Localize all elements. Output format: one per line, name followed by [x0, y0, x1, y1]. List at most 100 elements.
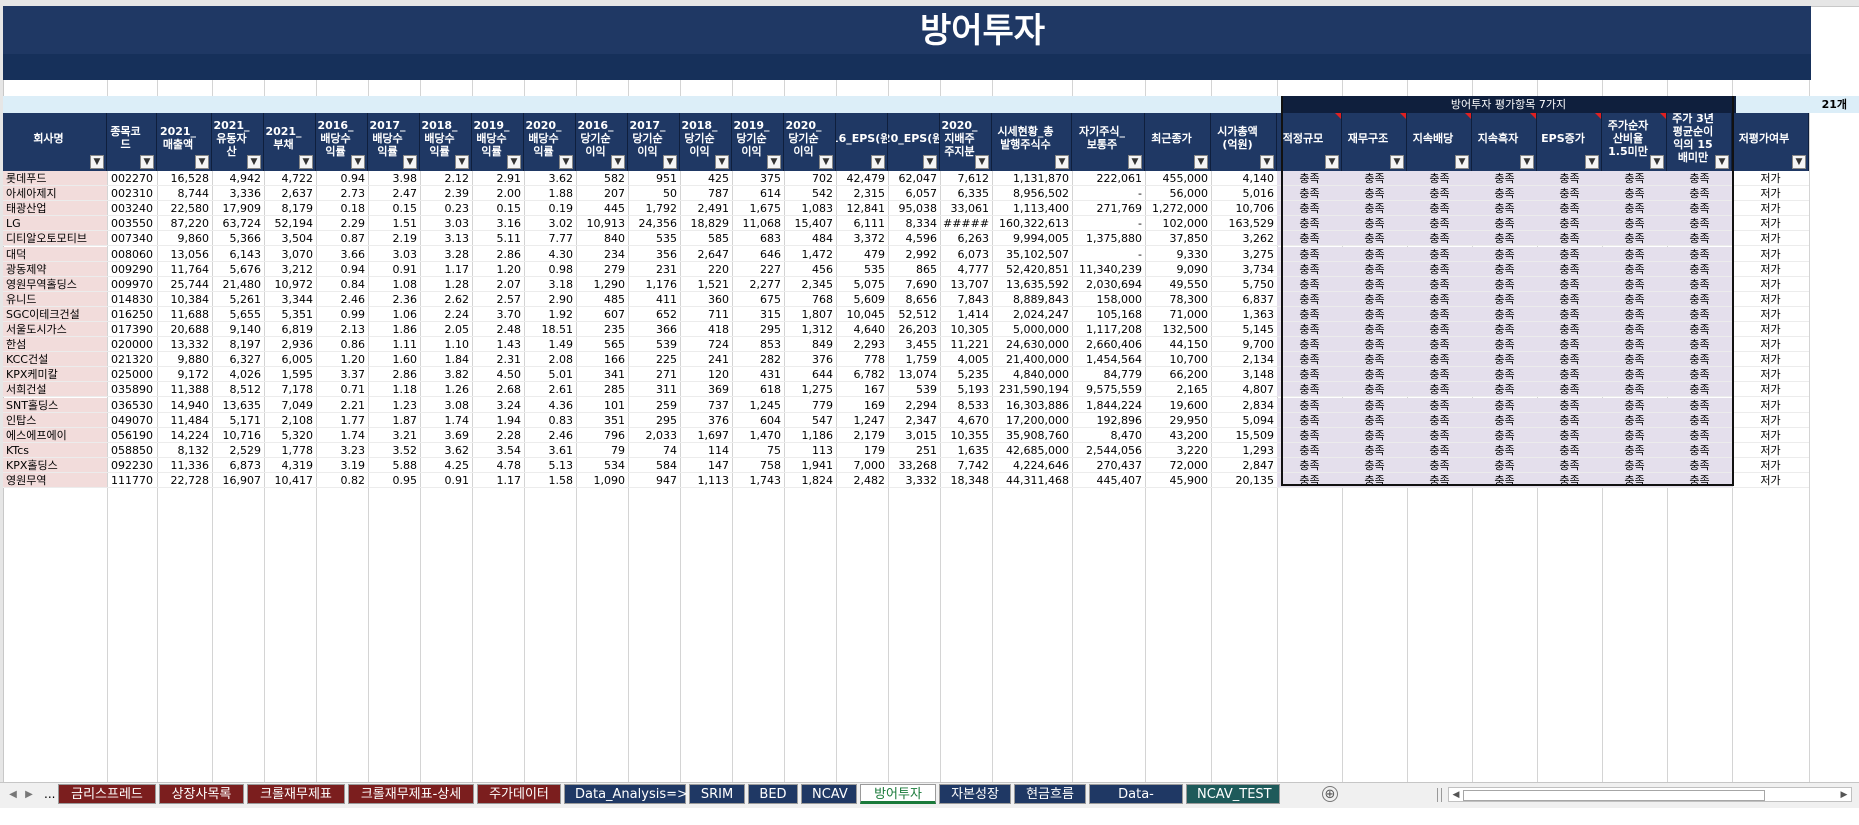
table-cell[interactable]: 35,102,507 [992, 247, 1072, 262]
table-cell[interactable]: 충족 [1667, 171, 1732, 186]
table-cell[interactable]: 6,335 [940, 186, 992, 202]
table-cell[interactable]: 2,847 [1211, 458, 1277, 473]
table-cell[interactable]: 4,722 [264, 171, 316, 186]
add-sheet-icon[interactable]: ⊕ [1322, 786, 1338, 802]
table-cell[interactable]: 0.84 [316, 277, 368, 292]
table-cell[interactable]: 1.43 [472, 337, 524, 353]
table-cell[interactable]: 1,454,564 [1072, 352, 1145, 368]
table-cell[interactable]: 3,344 [264, 292, 316, 307]
table-cell[interactable]: 3,015 [888, 428, 940, 443]
table-cell[interactable]: 충족 [1472, 367, 1537, 383]
table-cell[interactable]: 충족 [1472, 246, 1537, 262]
table-cell[interactable]: 11,764 [157, 262, 212, 277]
filter-dropdown-icon[interactable]: ▼ [819, 155, 833, 169]
sheet-tab[interactable]: 자본성장 [939, 784, 1011, 804]
table-cell[interactable]: 5,000,000 [992, 322, 1072, 337]
table-cell[interactable]: 4,840,000 [992, 367, 1072, 383]
table-cell[interactable]: 3,212 [264, 262, 316, 277]
table-cell[interactable]: 충족 [1472, 201, 1537, 217]
table-cell[interactable]: 충족 [1537, 186, 1602, 202]
table-cell[interactable]: 충족 [1407, 201, 1472, 217]
table-cell[interactable]: 충족 [1537, 382, 1602, 398]
table-cell[interactable]: 5,075 [836, 277, 888, 292]
table-cell[interactable]: 충족 [1602, 306, 1667, 322]
table-cell[interactable]: 455,000 [1145, 171, 1211, 186]
table-cell[interactable]: 8,470 [1072, 428, 1145, 443]
table-cell[interactable]: 8,179 [264, 201, 316, 217]
table-cell[interactable]: 6,263 [940, 231, 992, 247]
table-cell[interactable]: 충족 [1342, 397, 1407, 413]
table-cell[interactable]: 9,330 [1145, 247, 1211, 262]
table-cell[interactable]: 120 [680, 367, 732, 383]
table-cell[interactable]: 1,176 [628, 277, 680, 292]
table-cell[interactable]: 충족 [1602, 427, 1667, 443]
table-cell[interactable]: 18,348 [940, 473, 992, 488]
table-cell[interactable]: 충족 [1277, 442, 1342, 458]
table-cell[interactable]: 007340 [107, 231, 157, 247]
table-cell[interactable]: 1.20 [316, 352, 368, 368]
sheet-tab[interactable]: 방어투자 [860, 784, 936, 804]
table-cell[interactable]: 1,635 [940, 443, 992, 458]
sheet-tab[interactable]: 상장사목록 [159, 784, 244, 804]
table-cell[interactable]: 서희건설 [3, 382, 107, 398]
table-cell[interactable]: 33,268 [888, 458, 940, 473]
table-cell[interactable]: 15,509 [1211, 428, 1277, 443]
table-cell[interactable]: 017390 [107, 322, 157, 337]
table-cell[interactable]: 0.83 [524, 413, 576, 428]
table-cell[interactable]: 2.39 [420, 186, 472, 202]
table-cell[interactable]: 1.58 [524, 473, 576, 488]
table-cell[interactable]: 20,135 [1211, 473, 1277, 488]
table-row[interactable]: 서희건설 035890 11,388 8,512 7,178 0.71 1.18 1.26 2.… [3, 382, 1859, 398]
table-cell[interactable]: 충족 [1537, 276, 1602, 292]
table-cell[interactable]: 2,647 [680, 247, 732, 262]
table-cell[interactable]: 2.21 [316, 398, 368, 413]
table-cell[interactable]: 롯데푸드 [3, 171, 107, 186]
table-cell[interactable]: 1,470 [732, 428, 784, 443]
sheet-tab[interactable]: NCAV [801, 784, 857, 804]
table-cell[interactable]: 충족 [1537, 427, 1602, 443]
table-cell[interactable]: 1.18 [368, 382, 420, 398]
table-cell[interactable]: 10,716 [212, 428, 264, 443]
table-cell[interactable]: 충족 [1602, 261, 1667, 277]
table-cell[interactable]: 356 [628, 247, 680, 262]
table-cell[interactable]: 저가 [1732, 201, 1809, 217]
table-cell[interactable]: 충족 [1537, 291, 1602, 307]
table-cell[interactable]: 22,580 [157, 201, 212, 217]
table-cell[interactable]: 1.86 [368, 322, 420, 337]
table-cell[interactable]: 충족 [1472, 337, 1537, 353]
table-cell[interactable]: 2,345 [784, 277, 836, 292]
table-cell[interactable]: 192,896 [1072, 413, 1145, 428]
table-cell[interactable]: 15,407 [784, 216, 836, 232]
table-cell[interactable]: 충족 [1537, 246, 1602, 262]
table-row[interactable]: LG 003550 87,220 63,724 52,194 2.29 1.51 3.03 3.… [3, 216, 1859, 232]
table-cell[interactable]: 2.90 [524, 292, 576, 307]
table-cell[interactable]: 충족 [1342, 201, 1407, 217]
table-cell[interactable]: 충족 [1602, 231, 1667, 247]
table-cell[interactable]: 5,750 [1211, 277, 1277, 292]
table-cell[interactable]: 충족 [1537, 322, 1602, 337]
table-cell[interactable]: 7,178 [264, 382, 316, 398]
table-cell[interactable]: 1,272,000 [1145, 201, 1211, 217]
table-cell[interactable]: 8,744 [157, 186, 212, 202]
table-cell[interactable]: 4.30 [524, 247, 576, 262]
table-cell[interactable]: 5,320 [264, 428, 316, 443]
table-cell[interactable]: 535 [628, 231, 680, 247]
table-cell[interactable]: 63,724 [212, 216, 264, 232]
table-cell[interactable]: 779 [784, 398, 836, 413]
table-cell[interactable]: - [1072, 247, 1145, 262]
table-cell[interactable]: 저가 [1732, 171, 1809, 186]
table-cell[interactable]: 2.57 [472, 292, 524, 307]
table-cell[interactable]: 1.06 [368, 307, 420, 322]
table-cell[interactable]: 11,388 [157, 382, 212, 398]
table-cell[interactable]: 한섬 [3, 337, 107, 353]
table-cell[interactable]: 충족 [1342, 337, 1407, 353]
filter-dropdown-icon[interactable]: ▼ [1715, 155, 1729, 169]
filter-dropdown-icon[interactable]: ▼ [455, 155, 469, 169]
table-cell[interactable]: 16,303,886 [992, 398, 1072, 413]
table-cell[interactable]: 충족 [1277, 186, 1342, 202]
table-cell[interactable]: 1,113 [680, 473, 732, 488]
table-cell[interactable]: 43,200 [1145, 428, 1211, 443]
table-cell[interactable]: 72,000 [1145, 458, 1211, 473]
table-cell[interactable]: 2.19 [368, 231, 420, 247]
table-cell[interactable]: 충족 [1602, 276, 1667, 292]
